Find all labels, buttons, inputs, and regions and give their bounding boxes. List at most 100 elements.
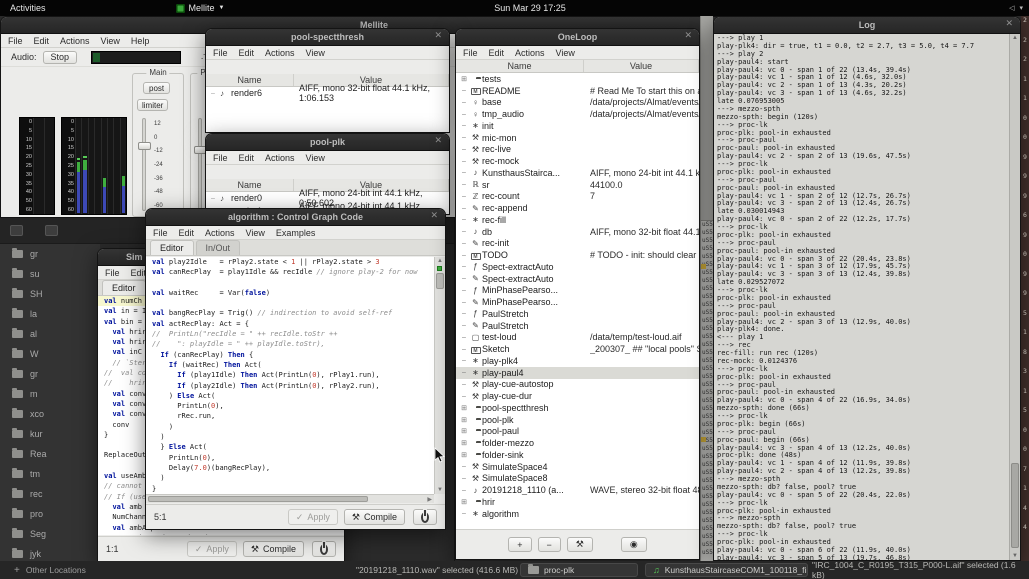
taskbar-item-proc-plk[interactable]: proc-plk [520, 563, 638, 577]
eye-button[interactable]: ◉ [621, 537, 647, 552]
app-menu[interactable]: Mellite ▼ [176, 3, 225, 13]
tree-row[interactable]: –∗play-plk4 [456, 355, 699, 367]
menu-help[interactable]: Help [131, 36, 150, 46]
tree-row[interactable]: ⊞folder-mezzo [456, 437, 699, 449]
menu-edit[interactable]: Edit [239, 48, 255, 58]
expander-icon[interactable]: ⊞ [459, 451, 469, 459]
compile-button[interactable]: ⚒ Compile [344, 509, 405, 525]
log-text[interactable]: ---> play 1play-plk4: dir = true, t1 = 0… [714, 34, 1009, 560]
wrench-button[interactable]: ⚒ [567, 537, 593, 552]
tree-row[interactable]: –ƒPaulStretch [456, 308, 699, 320]
back-icon[interactable] [10, 225, 23, 236]
log-titlebar[interactable]: Log ✕ [714, 17, 1020, 34]
tree-row[interactable]: –∗init [456, 120, 699, 132]
menu-file[interactable]: File [105, 268, 120, 278]
expander-icon[interactable]: ⊞ [459, 498, 469, 506]
tab-editor[interactable]: Editor [150, 240, 194, 255]
tree-row[interactable]: –✎rec-init [456, 238, 699, 250]
menu-examples[interactable]: Examples [276, 228, 316, 238]
audio-stop-button[interactable]: Stop [43, 51, 78, 64]
menu-view[interactable]: View [101, 36, 120, 46]
tree-row[interactable]: –MREADME# Read Me To start this on a new… [456, 85, 699, 97]
power-button[interactable] [413, 509, 437, 525]
menu-edit[interactable]: Edit [179, 228, 195, 238]
menu-view[interactable]: View [556, 48, 575, 58]
tree-row[interactable]: –ℝsr44100.0 [456, 179, 699, 191]
sidebar-folder-item[interactable]: Rea [0, 444, 100, 464]
sidebar-folder-item[interactable]: gr [0, 364, 100, 384]
sidebar-folder-item[interactable]: Seg [0, 524, 100, 544]
network-icon[interactable]: ▾ [1019, 4, 1023, 12]
tree-row[interactable]: –♪dbAIFF, mono 32-bit float 44.1 kHz, 2:… [456, 226, 699, 238]
sidebar-folder-item[interactable]: pro [0, 504, 100, 524]
column-header-name[interactable]: Name [206, 74, 294, 86]
sidebar-folder-item[interactable]: m [0, 384, 100, 404]
apply-button[interactable]: ✓ Apply [187, 541, 237, 557]
tree-row[interactable]: –✎MinPhasePearso... [456, 296, 699, 308]
sidebar-folder-item[interactable]: W [0, 344, 100, 364]
menu-actions[interactable]: Actions [515, 48, 545, 58]
volume-icon[interactable]: ◁ [1009, 4, 1014, 12]
menu-edit[interactable]: Edit [131, 268, 147, 278]
menu-file[interactable]: File [213, 48, 228, 58]
tree-row[interactable]: –⚒mic-mon [456, 132, 699, 144]
expander-icon[interactable]: ⊞ [459, 427, 469, 435]
tree-row[interactable]: –ƒMinPhasePearso... [456, 285, 699, 297]
menu-file[interactable]: File [153, 228, 168, 238]
main-volume-fader[interactable]: 120-12-24-36-48-60 [138, 118, 178, 211]
expander-icon[interactable]: ⊞ [459, 439, 469, 447]
tree-row[interactable]: –♀base/data/projects/Almat/events/graz2.… [456, 97, 699, 109]
sidebar-folder-item[interactable]: su [0, 264, 100, 284]
algorithm-code-editor[interactable]: val play2Idle = rPlay2.state < 1 || rPla… [146, 257, 434, 494]
oneloop-titlebar[interactable]: OneLoop ✕ [456, 29, 699, 46]
menu-file[interactable]: File [213, 153, 228, 163]
column-header-name[interactable]: Name [456, 60, 584, 72]
tree-row[interactable]: ⊞folder-sink [456, 449, 699, 461]
close-icon[interactable]: ✕ [1005, 18, 1013, 29]
remove-button[interactable]: − [538, 537, 561, 552]
algorithm-titlebar[interactable]: algorithm : Control Graph Code ✕ [146, 209, 445, 226]
expander-icon[interactable]: ⊞ [459, 404, 469, 412]
other-locations-item[interactable]: + Other Locations [14, 565, 86, 576]
column-header-name[interactable]: Name [206, 179, 294, 191]
menu-actions[interactable]: Actions [265, 48, 295, 58]
menu-edit[interactable]: Edit [239, 153, 255, 163]
tree-row[interactable]: –⚒play-cue-dur [456, 390, 699, 402]
sidebar-folder-item[interactable]: al [0, 324, 100, 344]
tree-row[interactable]: –∗rec-fill [456, 214, 699, 226]
menu-edit[interactable]: Edit [489, 48, 505, 58]
pool-spectthresh-titlebar[interactable]: pool-spectthresh ✕ [206, 29, 449, 46]
menu-file[interactable]: File [463, 48, 478, 58]
tree-row[interactable]: –⚒play-cue-autostop [456, 379, 699, 391]
tree-row[interactable]: –∗play-paul4 [456, 367, 699, 379]
taskbar-item-kunsthaus[interactable]: ♫ KunsthausStaircaseCOM1_100118_fin [645, 563, 808, 577]
tree-row[interactable]: –⚒rec-live [456, 144, 699, 156]
menu-actions[interactable]: Actions [265, 153, 295, 163]
column-header-value[interactable]: Value [584, 60, 699, 72]
tree-row[interactable]: –∗algorithm [456, 508, 699, 520]
path-icon[interactable] [45, 225, 58, 236]
tree-row[interactable]: –✎PaulStretch [456, 320, 699, 332]
tree-row[interactable]: –♀tmp_audio/data/projects/Almat/events/g… [456, 108, 699, 120]
menu-edit[interactable]: Edit [34, 36, 50, 46]
menu-view[interactable]: View [246, 228, 265, 238]
close-icon[interactable]: ✕ [684, 30, 692, 41]
menu-actions[interactable]: Actions [60, 36, 90, 46]
apply-button[interactable]: ✓ Apply [288, 509, 338, 525]
tree-row[interactable]: –✎rec-append [456, 202, 699, 214]
tree-row[interactable]: ⊞hrir [456, 496, 699, 508]
close-icon[interactable]: ✕ [434, 135, 442, 146]
menu-view[interactable]: View [306, 153, 325, 163]
tree-row[interactable]: –▢test-loud/data/temp/test-loud.aif [456, 332, 699, 344]
menu-view[interactable]: View [306, 48, 325, 58]
tree-row[interactable]: –✎Spect-extractAuto [456, 273, 699, 285]
sidebar-folder-item[interactable]: SH [0, 284, 100, 304]
tree-row[interactable]: –♪20191218_1110 (a...WAVE, stereo 32-bit… [456, 484, 699, 496]
sidebar-folder-item[interactable]: tm [0, 464, 100, 484]
pool-plk-titlebar[interactable]: pool-plk ✕ [206, 134, 449, 151]
sidebar-folder-item[interactable]: gr [0, 244, 100, 264]
tree-row[interactable]: –MTODO# TODO - init: should clear pools?… [456, 249, 699, 261]
activities-button[interactable]: Activities [10, 3, 46, 13]
expander-icon[interactable]: ⊞ [459, 416, 469, 424]
sidebar-folder-item[interactable]: rec [0, 484, 100, 504]
